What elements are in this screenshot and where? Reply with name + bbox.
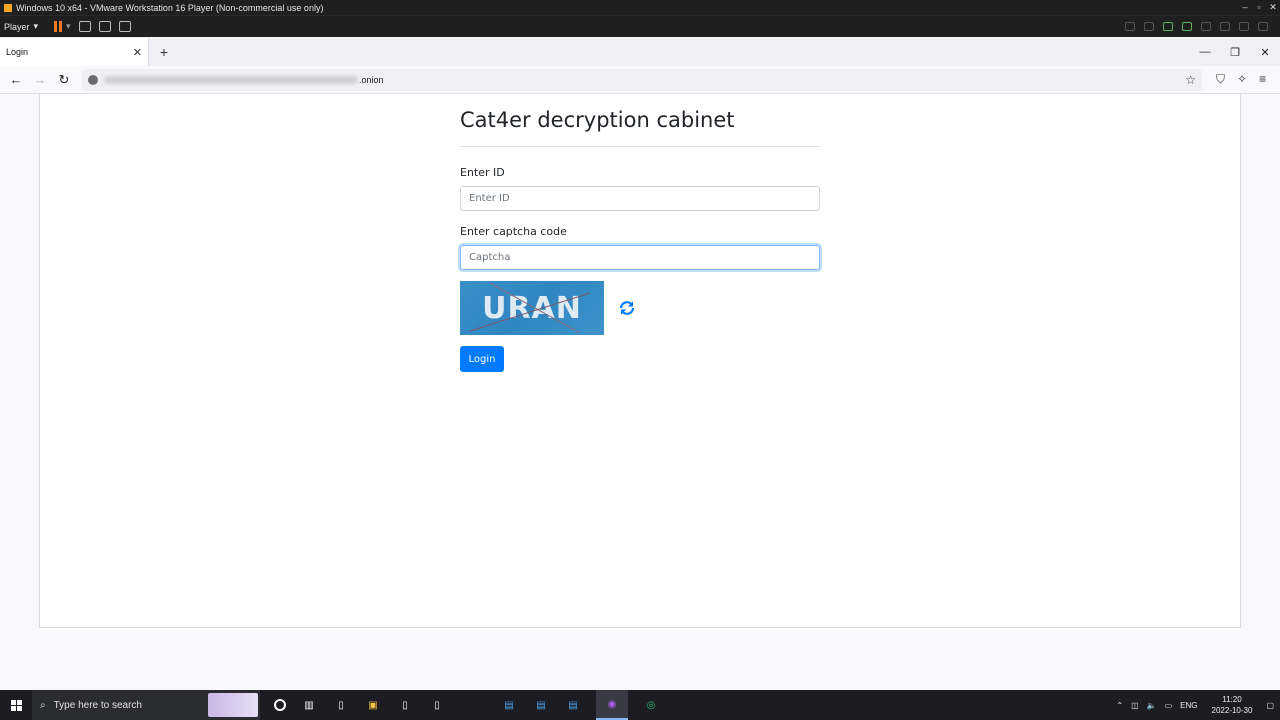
keyboard-icon[interactable]: ▭ [1165,701,1173,710]
file-icon[interactable]: ▯ [332,696,350,714]
url-blurred-host [104,75,358,84]
send-ctrl-alt-del-icon[interactable] [78,21,91,32]
device-icon[interactable] [1125,22,1135,31]
pause-dropdown-icon[interactable]: ▾ [66,21,71,32]
usb-device-icon[interactable] [1182,22,1192,31]
vm-close-button[interactable]: ✕ [1266,2,1280,13]
browser-tab-strip: Login ✕ + — ❐ ✕ [0,38,1280,66]
player-menu-label: Player [4,21,30,32]
task-view-icon[interactable]: ▥ [300,696,318,714]
clock-date: 2022-10-30 [1211,706,1253,715]
tab-title: Login [6,47,29,57]
device-icon[interactable] [1258,22,1268,31]
device-icon[interactable] [1144,22,1154,31]
new-tab-button[interactable]: + [152,38,176,66]
vm-device-icons [1125,22,1268,31]
device-icon[interactable] [1220,22,1230,31]
store-icon[interactable]: ▣ [364,696,382,714]
clock[interactable]: 11:20 2022-10-30 [1212,694,1253,716]
taskbar-search[interactable]: ⌕ Type here to search [32,690,260,720]
search-placeholder: Type here to search [53,699,142,711]
bookmark-star-icon[interactable]: ☆ [1185,73,1196,87]
vm-minimize-button[interactable]: – [1238,2,1252,13]
browser-window-controls: — ❐ ✕ [1190,38,1280,66]
menu-icon[interactable]: ≡ [1259,72,1266,87]
id-label: Enter ID [460,166,505,179]
file-icon[interactable]: ▯ [396,696,414,714]
search-icon: ⌕ [40,699,46,711]
captcha-noise-lines [469,282,591,334]
fullscreen-icon[interactable] [98,21,111,32]
forward-icon[interactable]: → [28,72,52,87]
page-title: Cat4er decryption cabinet [460,108,821,147]
page-viewport: Cat4er decryption cabinet Enter ID Enter… [0,94,1280,690]
close-window-button[interactable]: ✕ [1250,46,1280,59]
taskbar-apps: ▥ ▯ ▣ ▯ ▯ ▤ ▤ ▤ ◉ ◎ [274,690,660,720]
chevron-up-icon[interactable]: ⌃ [1116,701,1123,710]
refresh-icon[interactable] [618,299,636,317]
url-suffix: .onion [359,74,384,85]
extensions-icon[interactable]: ✧ [1237,72,1247,87]
notification-icon[interactable]: ▢ [1266,701,1274,710]
mail-icon[interactable]: ▤ [500,696,518,714]
back-icon[interactable]: ← [4,72,28,87]
tab-login[interactable]: Login ✕ [0,38,148,66]
vmware-logo-icon [3,2,13,13]
minimize-button[interactable]: — [1190,46,1220,58]
restore-button[interactable]: ❐ [1220,46,1250,59]
vm-toolbar: Player ▾ ▾ [0,15,1280,37]
chevron-down-icon: ▾ [33,21,39,31]
url-bar[interactable]: .onion ☆ [82,68,1202,91]
close-icon[interactable]: ✕ [133,46,142,59]
network-icon[interactable]: ◫ [1131,701,1139,710]
system-tray: ⌃ ◫ 🔈 ▭ ENG 11:20 2022-10-30 ▢ [1116,694,1274,716]
windows-start-icon[interactable] [0,690,32,720]
search-app-icon[interactable]: ◎ [642,696,660,714]
language-indicator[interactable]: ENG [1180,701,1197,710]
id-input[interactable] [460,186,820,211]
captcha-label: Enter captcha code [460,225,567,238]
vm-window-controls: – ▫ ✕ [1238,2,1280,13]
vm-window-title: Windows 10 x64 - VMware Workstation 16 P… [16,2,324,13]
captcha-image: URAN [460,281,604,335]
vm-restore-button[interactable]: ▫ [1252,2,1266,13]
search-highlight-image [208,693,258,717]
outlook-icon[interactable]: ▤ [532,696,550,714]
network-device-icon[interactable] [1163,22,1173,31]
clock-time: 11:20 [1222,695,1242,704]
device-icon[interactable] [1201,22,1211,31]
login-button[interactable]: Login [460,346,504,372]
site-info-icon[interactable] [88,74,98,85]
reload-icon[interactable]: ↻ [52,72,76,88]
volume-icon[interactable]: 🔈 [1147,701,1157,710]
file-icon[interactable]: ▯ [428,696,446,714]
pause-icon[interactable] [54,21,63,32]
app-icon[interactable]: ▤ [564,696,582,714]
unity-icon[interactable] [118,21,131,32]
page-frame: Cat4er decryption cabinet Enter ID Enter… [39,94,1241,628]
device-icon[interactable] [1239,22,1249,31]
captcha-input[interactable] [460,245,820,270]
tor-browser-icon[interactable]: ◉ [596,690,628,720]
shield-icon[interactable]: ⛉ [1216,72,1225,87]
browser-nav-bar: ← → ↻ .onion ☆ ⛉ ✧ ≡ [0,66,1280,94]
login-form: Cat4er decryption cabinet Enter ID Enter… [460,108,821,372]
player-menu-button[interactable]: Player ▾ [4,21,38,32]
cortana-icon[interactable] [274,699,286,711]
vm-title-bar: Windows 10 x64 - VMware Workstation 16 P… [0,0,1280,15]
windows-taskbar: ⌕ Type here to search ▥ ▯ ▣ ▯ ▯ ▤ ▤ ▤ ◉ … [0,690,1280,720]
captcha-row: URAN [460,281,821,335]
